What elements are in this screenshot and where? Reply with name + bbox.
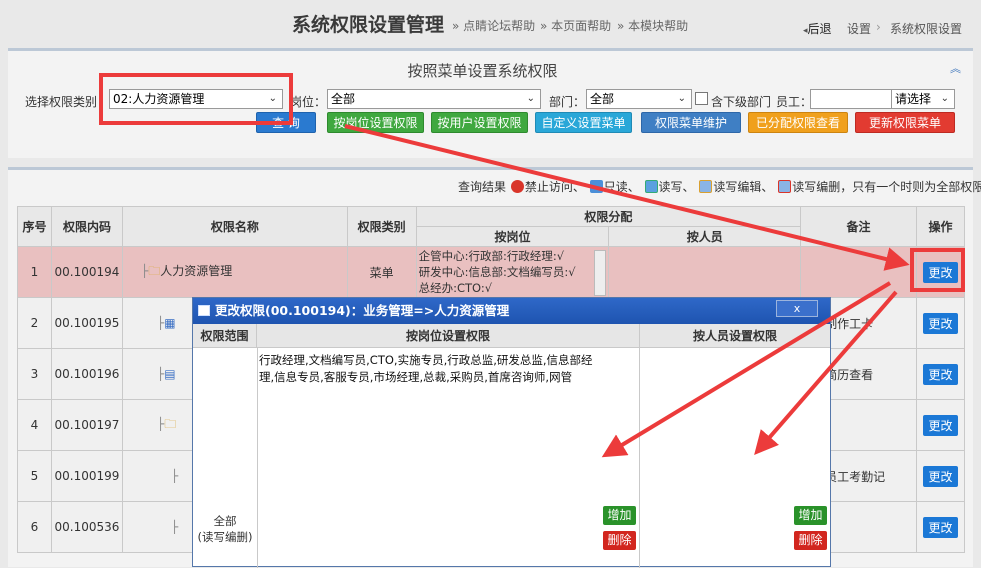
arrow-to-edit bbox=[344, 124, 910, 271]
arrow-to-post-area bbox=[601, 281, 892, 458]
annotation-arrows bbox=[344, 124, 910, 458]
arrow-to-user-area bbox=[754, 290, 898, 456]
